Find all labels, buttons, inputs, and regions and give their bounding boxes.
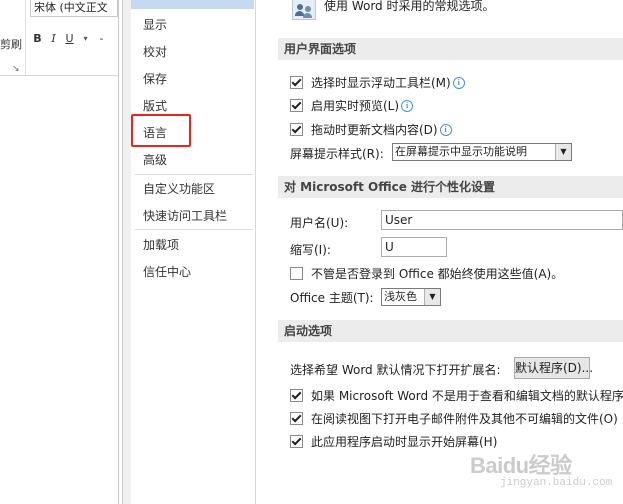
sidebar-divider — [135, 229, 253, 230]
sidebar-item-quick-access-toolbar[interactable]: 快速访问工具栏 — [143, 207, 227, 224]
live-preview-label[interactable]: 启用实时预览(L) — [311, 99, 399, 113]
sidebar-item-trust-center[interactable]: 信任中心 — [143, 263, 191, 280]
tell-me-default-label[interactable]: 如果 Microsoft Word 不是用于查看和编辑文档的默认程序 — [311, 389, 623, 403]
info-icon[interactable]: i — [439, 123, 452, 136]
office-theme-label: Office 主题(T): — [290, 291, 374, 305]
open-email-reading-option[interactable]: 在阅读视图下打开电子邮件附件及其他不可编辑的文件(O) — [290, 410, 618, 427]
sidebar-item-customize-ribbon[interactable]: 自定义功能区 — [143, 180, 215, 197]
general-options-panel: 使用 Word 时采用的常规选项。 用户界面选项 选择时显示浮动工具栏(M) i … — [262, 0, 623, 504]
office-theme-select[interactable]: 浅灰色 ▼ — [381, 288, 441, 306]
people-icon — [292, 0, 316, 20]
always-use-values-option[interactable]: 不管是否登录到 Office 都始终使用这些值(A)。 — [290, 265, 563, 282]
show-mini-toolbar-option[interactable]: 选择时显示浮动工具栏(M) i — [290, 74, 465, 91]
dialog-launcher-icon[interactable]: ↘ — [12, 64, 20, 74]
dialog-left-border — [122, 0, 131, 504]
font-format-row: B I U ▾ - — [33, 29, 106, 47]
section-header-personalize: 对 Microsoft Office 进行个性化设置 — [278, 176, 623, 198]
underline-dropdown-icon[interactable]: ▾ — [81, 34, 90, 43]
default-extensions-label: 选择希望 Word 默认情况下打开扩展名: — [290, 363, 501, 377]
italic-button[interactable]: I — [49, 32, 58, 45]
options-category-sidebar: 显示 校对 保存 版式 语言 高级 自定义功能区 快速访问工具栏 加载项 信任中… — [131, 0, 256, 504]
show-start-screen-label[interactable]: 此应用程序启动时显示开始屏幕(H) — [311, 435, 497, 449]
language-highlight-annotation — [131, 114, 191, 147]
tooltip-style-label: 屏幕提示样式(R): — [290, 147, 384, 161]
office-theme-value: 浅灰色 — [384, 290, 417, 303]
open-email-reading-checkbox[interactable] — [290, 412, 303, 425]
sidebar-divider — [135, 174, 253, 175]
section-header-startup: 启动选项 — [278, 320, 623, 342]
sidebar-item-proofing[interactable]: 校对 — [143, 43, 167, 60]
format-painter-label[interactable]: 剪刷 — [0, 36, 22, 52]
chevron-down-icon[interactable]: ▼ — [424, 289, 440, 305]
sidebar-item-save[interactable]: 保存 — [143, 70, 167, 87]
word-ribbon-strip: 宋体 (中文正文 剪刷 B I U ▾ - ↘ — [0, 0, 119, 504]
strikethrough-button[interactable]: - — [97, 32, 106, 45]
font-name-combo[interactable]: 宋体 (中文正文 — [30, 0, 118, 17]
tell-me-default-checkbox[interactable] — [290, 389, 303, 402]
ribbon-bottom-border — [0, 75, 118, 76]
initials-input[interactable]: U — [381, 237, 447, 257]
show-mini-toolbar-checkbox[interactable] — [290, 76, 303, 89]
show-start-screen-checkbox[interactable] — [290, 435, 303, 448]
username-label: 用户名(U): — [290, 216, 349, 230]
update-on-drag-checkbox[interactable] — [290, 123, 303, 136]
sidebar-item-advanced[interactable]: 高级 — [143, 151, 167, 168]
baidu-watermark-logo: Baidu经验 — [470, 453, 572, 478]
always-use-values-checkbox[interactable] — [290, 267, 303, 280]
bold-button[interactable]: B — [33, 32, 42, 45]
sidebar-item-display[interactable]: 显示 — [143, 16, 167, 33]
show-mini-toolbar-label[interactable]: 选择时显示浮动工具栏(M) — [311, 76, 451, 90]
panel-intro-text: 使用 Word 时采用的常规选项。 — [324, 0, 495, 13]
show-start-screen-option[interactable]: 此应用程序启动时显示开始屏幕(H) — [290, 433, 497, 450]
info-icon[interactable]: i — [452, 76, 465, 89]
ribbon-group-separator — [25, 0, 26, 75]
tooltip-style-value: 在屏幕提示中显示功能说明 — [395, 145, 527, 158]
username-input[interactable]: User — [381, 210, 623, 230]
tell-me-default-option[interactable]: 如果 Microsoft Word 不是用于查看和编辑文档的默认程序 — [290, 387, 623, 404]
underline-button[interactable]: U — [65, 32, 74, 45]
live-preview-checkbox[interactable] — [290, 99, 303, 112]
sidebar-item-general-selected[interactable] — [131, 0, 254, 9]
initials-label: 缩写(I): — [290, 243, 331, 257]
chevron-down-icon[interactable]: ▼ — [555, 144, 571, 160]
section-header-ui-options: 用户界面选项 — [278, 38, 623, 60]
open-email-reading-label[interactable]: 在阅读视图下打开电子邮件附件及其他不可编辑的文件(O) — [311, 412, 618, 426]
always-use-values-label[interactable]: 不管是否登录到 Office 都始终使用这些值(A)。 — [311, 267, 563, 281]
default-programs-button[interactable]: 默认程序(D)... — [514, 357, 593, 379]
update-on-drag-option[interactable]: 拖动时更新文档内容(D) i — [290, 121, 452, 138]
sidebar-item-add-ins[interactable]: 加载项 — [143, 236, 179, 253]
live-preview-option[interactable]: 启用实时预览(L) i — [290, 97, 414, 114]
info-icon[interactable]: i — [401, 99, 414, 112]
update-on-drag-label[interactable]: 拖动时更新文档内容(D) — [311, 123, 438, 137]
baidu-watermark-url: jingyan.baidu.com — [500, 477, 613, 489]
tooltip-style-select[interactable]: 在屏幕提示中显示功能说明 ▼ — [392, 143, 572, 161]
sidebar-item-layout[interactable]: 版式 — [143, 97, 167, 114]
